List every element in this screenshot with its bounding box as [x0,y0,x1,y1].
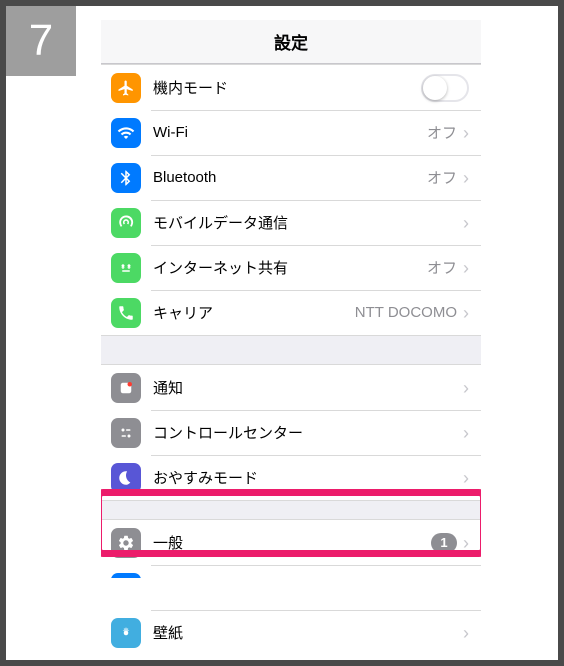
chevron-right-icon: › [463,469,469,487]
update-badge: 1 [431,533,457,553]
row-label: モバイルデータ通信 [153,212,463,233]
row-label: インターネット共有 [153,257,427,278]
row-notifications[interactable]: 通知 › [101,365,481,410]
row-wifi[interactable]: Wi-Fi オフ › [101,110,481,155]
chevron-right-icon: › [463,379,469,397]
chevron-right-icon: › [463,259,469,277]
row-airplane-mode[interactable]: 機内モード [101,65,481,110]
dnd-icon [111,463,141,493]
chevron-right-icon: › [463,304,469,322]
row-hotspot[interactable]: インターネット共有 オフ › [101,245,481,290]
chevron-right-icon: › [463,534,469,552]
row-general[interactable]: 一般 1 › [101,520,481,565]
settings-header: 設定 [101,20,481,64]
chevron-right-icon: › [463,169,469,187]
hotspot-icon [111,253,141,283]
settings-section-system: 通知 › コントロールセンター › おやすみモード › [101,364,481,501]
cellular-icon [111,208,141,238]
row-control-center[interactable]: コントロールセンター › [101,410,481,455]
controlcenter-icon [111,418,141,448]
row-label: 一般 [153,532,431,553]
bluetooth-icon [111,163,141,193]
settings-section-general: 一般 1 › 画面表示と明るさ › 壁紙 › [101,519,481,652]
row-label: Wi-Fi [153,124,427,141]
row-display[interactable]: 画面表示と明るさ › [101,565,481,610]
phone-screen: 設定 機内モード Wi-Fi オフ › [101,20,481,652]
row-label: コントロールセンター [153,422,463,443]
instruction-frame: 7 設定 機内モード Wi-Fi オフ › [6,6,558,660]
truncate-overlay [101,578,481,610]
step-number-badge: 7 [6,6,76,76]
chevron-right-icon: › [463,214,469,232]
row-label: キャリア [153,302,355,323]
chevron-right-icon: › [463,424,469,442]
airplane-icon [111,73,141,103]
settings-section-network: 機内モード Wi-Fi オフ › Bluetooth オフ › [101,64,481,336]
row-cellular[interactable]: モバイルデータ通信 › [101,200,481,245]
row-value: オフ [427,257,457,278]
row-label: 通知 [153,377,463,398]
row-wallpaper[interactable]: 壁紙 › [101,610,481,652]
row-value: オフ [427,167,457,188]
row-label: 機内モード [153,77,421,98]
general-icon [111,528,141,558]
wallpaper-icon [111,618,141,648]
row-label: おやすみモード [153,467,463,488]
row-value: NTT DOCOMO [355,304,457,321]
wifi-icon [111,118,141,148]
row-dnd[interactable]: おやすみモード › [101,455,481,500]
row-label: 壁紙 [153,622,463,643]
carrier-icon [111,298,141,328]
notifications-icon [111,373,141,403]
row-carrier[interactable]: キャリア NTT DOCOMO › [101,290,481,335]
row-label: Bluetooth [153,169,427,186]
chevron-right-icon: › [463,124,469,142]
header-title: 設定 [274,29,308,54]
airplane-toggle[interactable] [421,74,469,102]
row-value: オフ [427,122,457,143]
row-bluetooth[interactable]: Bluetooth オフ › [101,155,481,200]
chevron-right-icon: › [463,624,469,642]
